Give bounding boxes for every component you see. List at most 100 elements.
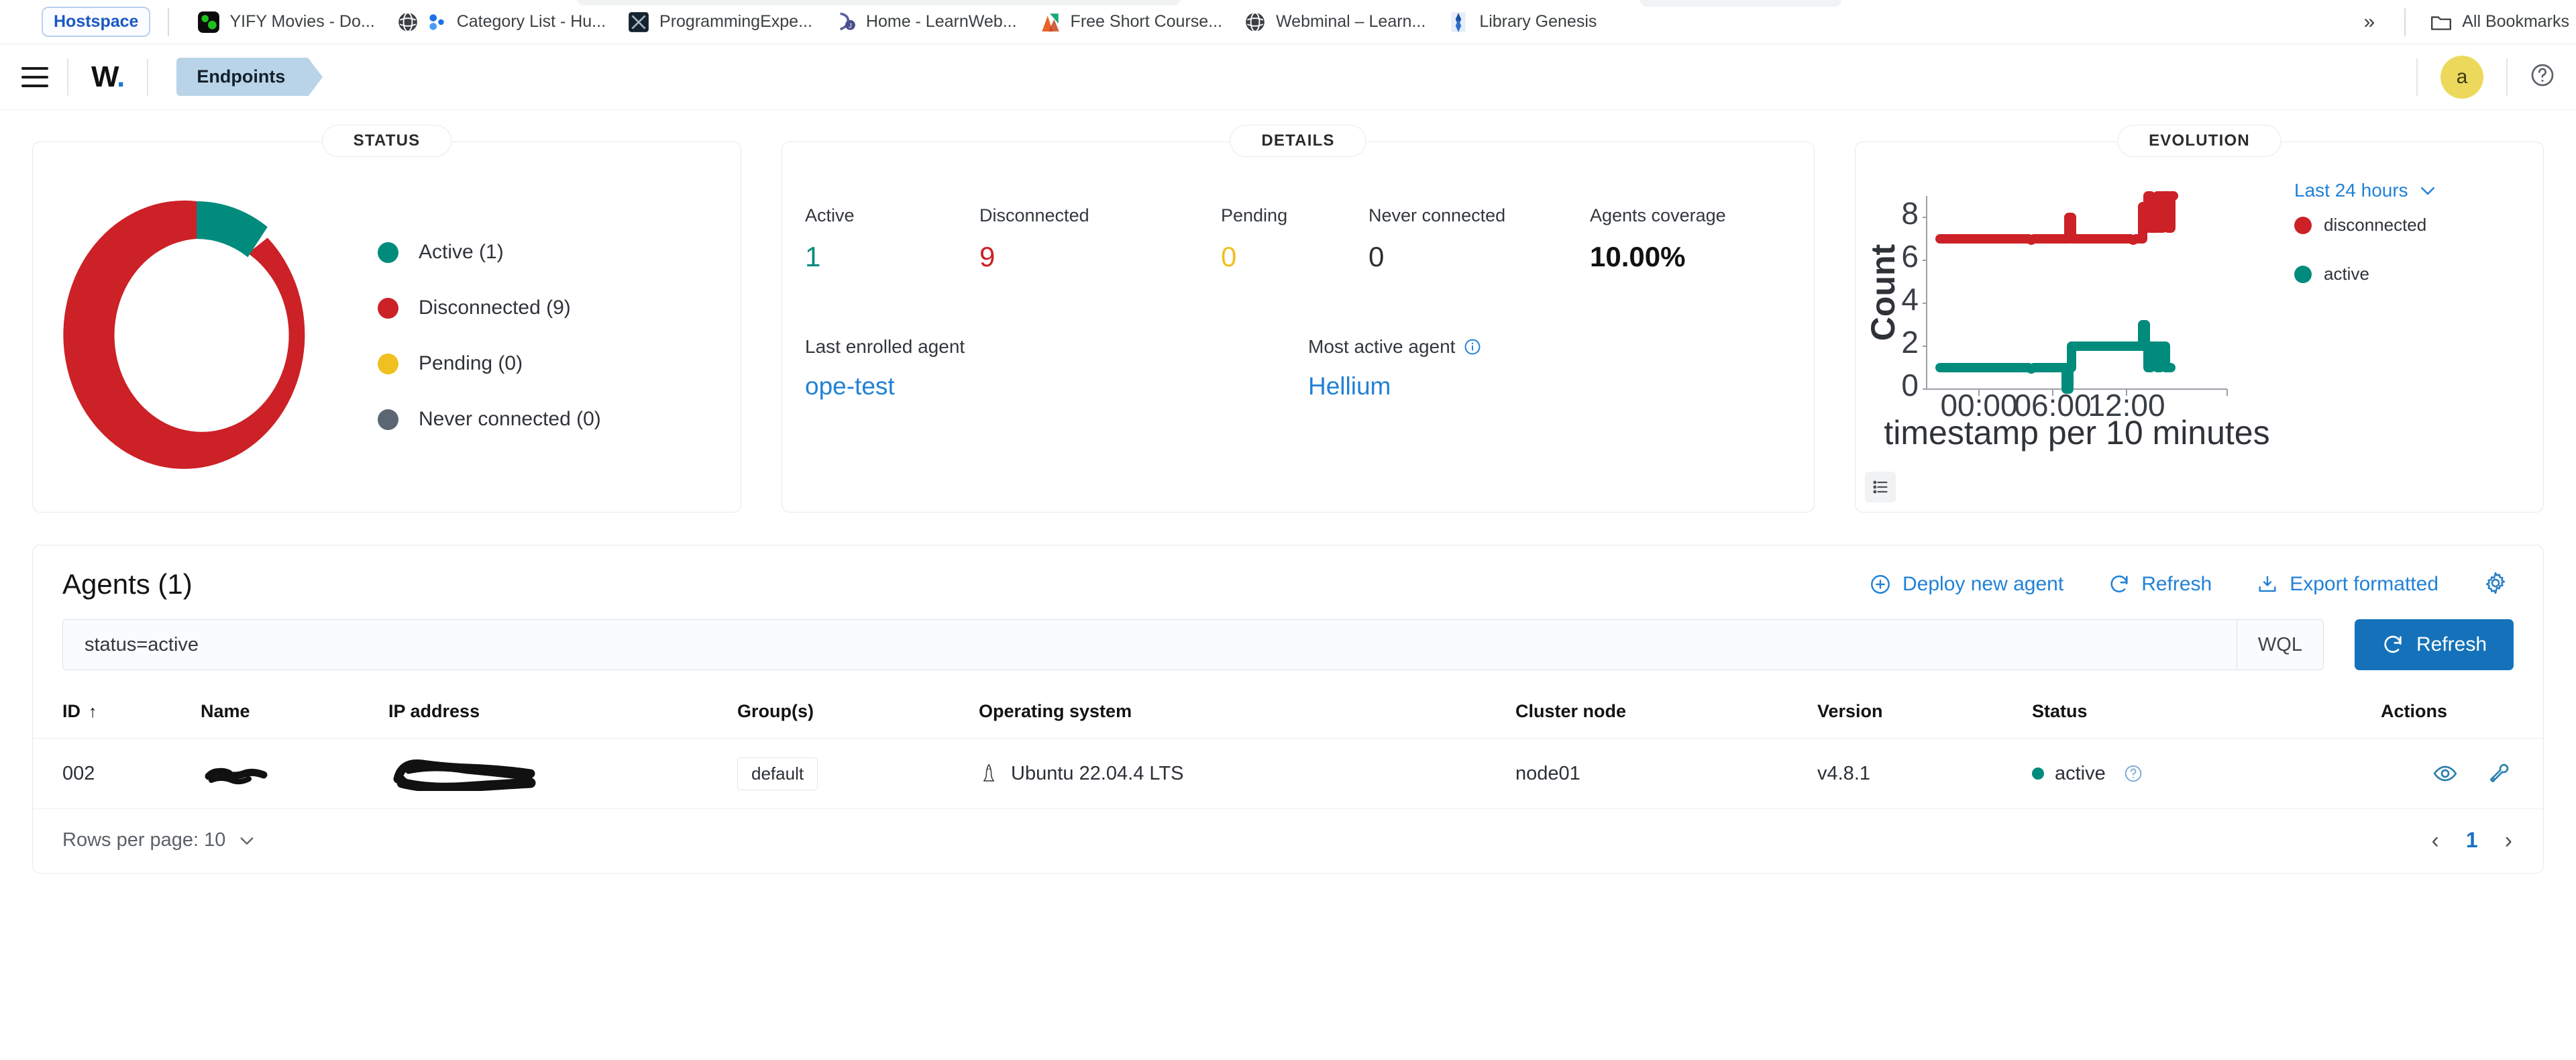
legend-item-pending[interactable]: Pending (0): [378, 352, 601, 375]
evolution-legend-item-disconnected[interactable]: disconnected: [2294, 215, 2438, 235]
help-circle-icon[interactable]: [2529, 62, 2556, 92]
bookmark-item-yify[interactable]: YIFY Movies - Do...: [186, 7, 385, 38]
hamburger-icon[interactable]: [17, 62, 52, 93]
info-circle-icon[interactable]: [1463, 337, 1482, 356]
details-agents-info: Last enrolled agent ope-test Most active…: [805, 336, 1791, 401]
donut-slice-disconnected: [63, 200, 305, 468]
status-dot: [2032, 767, 2044, 780]
status-card: STATUS Active (1): [32, 142, 741, 513]
sort-arrow-icon: ↑: [89, 702, 97, 721]
pagination-prev-button[interactable]: ‹: [2432, 829, 2439, 852]
group-chip[interactable]: default: [737, 757, 818, 790]
ubuntu-icon: [979, 762, 999, 785]
export-formatted-button[interactable]: Export formatted: [2256, 573, 2438, 596]
metric-value: 1: [805, 241, 979, 273]
pagination-page-1[interactable]: 1: [2466, 828, 2478, 853]
last-enrolled-agent-link[interactable]: ope-test: [805, 372, 1308, 401]
column-header-id[interactable]: ID↑: [33, 690, 201, 739]
app-header: W. Endpoints a: [0, 44, 2576, 110]
metric-active: Active 1: [805, 205, 979, 273]
legend-dot-pending: [378, 354, 398, 374]
column-header-os[interactable]: Operating system: [979, 690, 1515, 739]
refresh-link-button[interactable]: Refresh: [2108, 573, 2212, 596]
status-label: active: [2055, 763, 2106, 785]
export-formatted-label: Export formatted: [2290, 573, 2438, 596]
column-header-node[interactable]: Cluster node: [1515, 690, 1817, 739]
status-donut-chart[interactable]: [56, 192, 337, 480]
cell-id: 002: [33, 739, 201, 809]
svg-text:2: 2: [1901, 325, 1919, 360]
column-header-name[interactable]: Name: [201, 690, 388, 739]
wql-toggle-button[interactable]: WQL: [2237, 619, 2324, 670]
app-logo[interactable]: W.: [68, 60, 147, 94]
bookmark-label: Library Genesis: [1479, 12, 1597, 32]
agents-panel-header: Agents (1) Deploy new agent Refresh Expo…: [33, 545, 2543, 619]
tools-icon[interactable]: [2485, 760, 2512, 787]
evolution-legend-label-disconnected: disconnected: [2324, 215, 2426, 235]
bookmark-item-webminal[interactable]: Webminal – Learn...: [1233, 7, 1436, 38]
evolution-legend-dot-disconnected: [2294, 217, 2312, 234]
svg-text:J: J: [849, 22, 852, 30]
evolution-time-range-selector[interactable]: Last 24 hours: [2294, 180, 2438, 201]
most-active-agent-link[interactable]: Hellium: [1308, 372, 1711, 401]
table-row[interactable]: 002 defaul: [33, 739, 2543, 809]
bookmark-label: YIFY Movies - Do...: [229, 12, 374, 32]
cell-cluster-node: node01: [1515, 739, 1817, 809]
pagination-next-button[interactable]: ›: [2505, 829, 2512, 852]
evolution-legend-item-active[interactable]: active: [2294, 264, 2438, 284]
metric-label: Agents coverage: [1590, 205, 1791, 226]
last-enrolled-agent-label: Last enrolled agent: [805, 336, 1308, 358]
redacted-name-scribble: [201, 760, 274, 787]
y-axis-title: Count: [1868, 244, 1902, 341]
bookmark-label: Category List - Hu...: [457, 12, 606, 32]
legend-item-never-connected[interactable]: Never connected (0): [378, 408, 601, 431]
legend-item-active[interactable]: Active (1): [378, 241, 601, 264]
app-logo-dot: .: [117, 60, 124, 93]
folder-icon: [2430, 11, 2453, 34]
breadcrumb-endpoints[interactable]: Endpoints: [176, 58, 308, 96]
browser-bookmarks-bar: Hostspace YIFY Movies - Do... Category L…: [0, 0, 2576, 44]
legend-label-active: Active (1): [419, 241, 504, 264]
donut-svg: [62, 192, 331, 480]
agents-pagination: Rows per page: 10 ‹ 1 ›: [33, 809, 2543, 873]
list-view-icon[interactable]: [1865, 472, 1896, 502]
eye-icon[interactable]: [2432, 760, 2459, 787]
column-header-groups[interactable]: Group(s): [737, 690, 979, 739]
libgen-icon: [1447, 11, 1470, 34]
legend-label-never-connected: Never connected (0): [419, 408, 601, 431]
series-active: [1940, 325, 2171, 389]
table-header-row: ID↑ Name IP address Group(s) Operating s…: [33, 690, 2543, 739]
column-header-version[interactable]: Version: [1817, 690, 2032, 739]
metric-label: Disconnected: [979, 205, 1221, 226]
bookmarks-overflow-button[interactable]: »: [2352, 8, 2387, 36]
legend-item-disconnected[interactable]: Disconnected (9): [378, 297, 601, 319]
evolution-chart[interactable]: 0 2 4 6 8: [1868, 162, 2284, 505]
header-divider-3: [2416, 58, 2418, 96]
bookmark-item-category-list[interactable]: Category List - Hu...: [386, 7, 616, 38]
bookmark-label: Webminal – Learn...: [1276, 12, 1426, 32]
bookmark-label: Home - LearnWeb...: [866, 12, 1017, 32]
all-bookmarks-button[interactable]: All Bookmarks: [2423, 7, 2576, 38]
programming-icon: [627, 11, 650, 34]
hubspot-icon: [425, 11, 447, 34]
metric-label: Never connected: [1368, 205, 1590, 226]
svg-text:8: 8: [1901, 196, 1919, 231]
bookmark-item-learnweb[interactable]: J Home - LearnWeb...: [823, 7, 1028, 38]
column-header-status[interactable]: Status: [2032, 690, 2381, 739]
profile-chip[interactable]: Hostspace: [42, 7, 150, 37]
browser-tab-sliver-2: [1640, 0, 1841, 7]
refresh-button[interactable]: Refresh: [2355, 619, 2514, 670]
chevron-down-icon: [2418, 180, 2438, 201]
gear-icon[interactable]: [2483, 570, 2508, 599]
column-header-ip[interactable]: IP address: [388, 690, 737, 739]
avatar[interactable]: a: [2440, 56, 2483, 99]
bookmark-item-programming[interactable]: ProgrammingExpe...: [616, 7, 823, 38]
rows-per-page-selector[interactable]: Rows per page: 10: [62, 829, 256, 851]
yify-icon: [197, 11, 220, 34]
search-input[interactable]: status=active: [62, 619, 2237, 670]
bookmark-item-free-short-course[interactable]: Free Short Course...: [1028, 7, 1233, 38]
bookmark-item-library-genesis[interactable]: Library Genesis: [1436, 7, 1607, 38]
status-help-circle-icon[interactable]: [2123, 763, 2143, 784]
metric-value: 0: [1368, 241, 1590, 273]
deploy-new-agent-button[interactable]: Deploy new agent: [1869, 573, 2063, 596]
